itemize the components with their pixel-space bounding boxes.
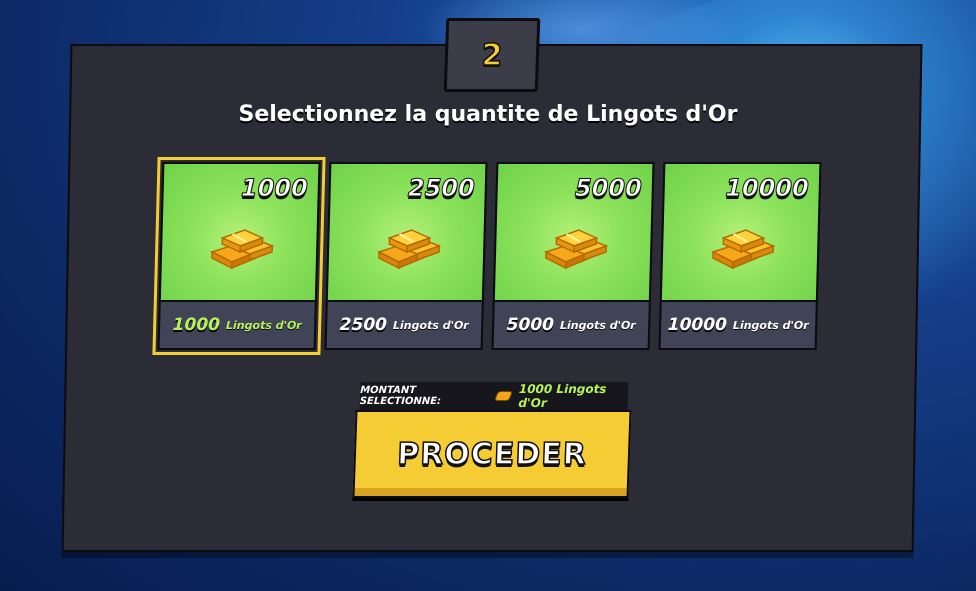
quantity-card-2500[interactable]: 2500 2500 Lingots d'Or [324, 162, 488, 350]
card-label-unit: Lingots d'Or [225, 318, 302, 332]
gold-bars-icon [377, 229, 442, 270]
card-amount: 5000 [574, 174, 643, 203]
card-label-number: 5000 [506, 315, 555, 335]
card-amount: 2500 [407, 174, 476, 203]
selected-amount-label: MONTANT SELECTIONNE: [359, 385, 442, 407]
gold-bars-icon [544, 229, 609, 270]
card-label-number: 1000 [172, 315, 221, 335]
card-amount: 1000 [240, 174, 309, 203]
selected-amount-value: 1000 Lingots d'Or [518, 382, 607, 410]
gold-bars-icon [210, 229, 275, 270]
card-label-number: 2500 [339, 315, 388, 335]
card-label-unit: Lingots d'Or [559, 318, 636, 332]
page-title: Selectionnez la quantite de Lingots d'Or [238, 102, 738, 127]
card-image-area: 1000 [160, 164, 319, 300]
proceed-button[interactable]: PROCEDER [352, 410, 632, 498]
card-label: 5000 Lingots d'Or [493, 300, 649, 348]
step-indicator: 2 [443, 18, 541, 92]
card-image-area: 2500 [327, 164, 486, 300]
quantity-card-10000[interactable]: 10000 10000 Lingots d'Or [658, 162, 822, 350]
card-label-number: 10000 [667, 315, 728, 335]
card-image-area: 5000 [494, 164, 653, 300]
quantity-card-5000[interactable]: 5000 5000 Lingots d'Or [491, 162, 655, 350]
card-label: 2500 Lingots d'Or [326, 300, 482, 348]
card-amount: 10000 [724, 174, 810, 203]
selected-amount-bar: MONTANT SELECTIONNE: 1000 Lingots d'Or [359, 382, 629, 410]
quantity-card-1000[interactable]: 1000 1000 Lingots d'Or [152, 157, 326, 355]
card-image-area: 10000 [661, 164, 820, 300]
card-label-unit: Lingots d'Or [732, 318, 809, 332]
gold-bar-icon [493, 391, 513, 401]
proceed-button-label: PROCEDER [396, 436, 588, 473]
card-label: 1000 Lingots d'Or [159, 300, 315, 348]
card-label: 10000 Lingots d'Or [660, 300, 816, 348]
gold-bars-icon [711, 229, 776, 270]
step-number: 2 [480, 37, 504, 74]
card-label-unit: Lingots d'Or [392, 318, 469, 332]
